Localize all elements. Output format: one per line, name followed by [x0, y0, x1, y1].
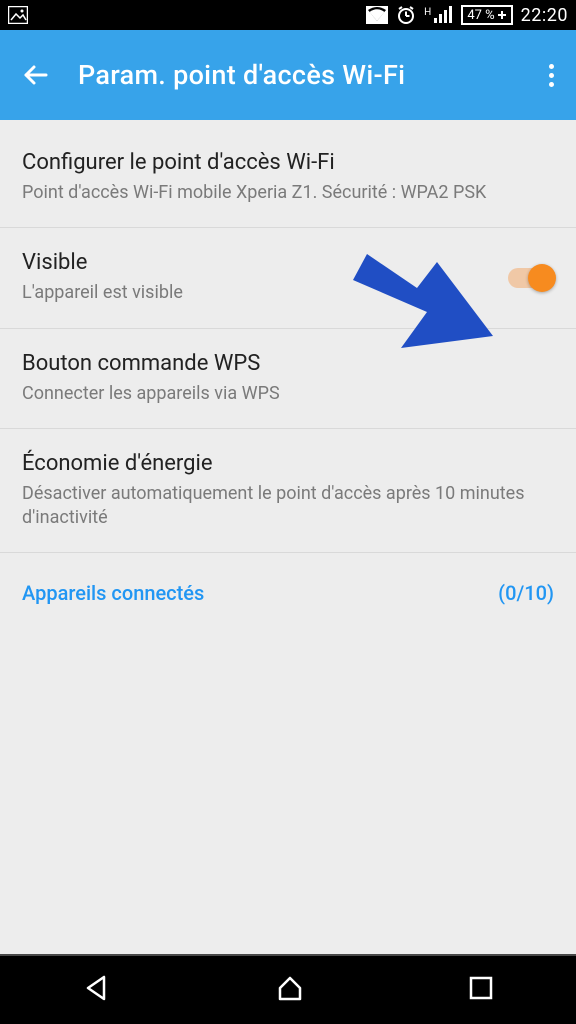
- nav-back-button[interactable]: [82, 973, 112, 1007]
- item-title: Bouton commande WPS: [22, 351, 554, 376]
- wifi-icon: [366, 6, 388, 24]
- battery-indicator: 47 %: [461, 5, 512, 25]
- nav-home-button[interactable]: [275, 973, 305, 1007]
- network-type: H: [424, 7, 431, 18]
- app-bar: Param. point d'accès Wi-Fi: [0, 30, 576, 120]
- nav-recent-button[interactable]: [468, 975, 494, 1005]
- item-subtitle: L'appareil est visible: [22, 281, 486, 305]
- plus-icon: [497, 10, 507, 20]
- clock: 22:20: [521, 5, 568, 26]
- navigation-bar: [0, 954, 576, 1024]
- item-title: Économie d'énergie: [22, 451, 554, 476]
- item-subtitle: Désactiver automatiquement le point d'ac…: [22, 482, 554, 531]
- item-title: Visible: [22, 250, 486, 275]
- alarm-icon: [396, 5, 416, 25]
- square-recent-icon: [468, 975, 494, 1001]
- item-subtitle: Connecter les appareils via WPS: [22, 382, 554, 406]
- visible-item[interactable]: Visible L'appareil est visible: [0, 228, 576, 328]
- arrow-left-icon: [22, 61, 50, 89]
- item-subtitle: Point d'accès Wi-Fi mobile Xperia Z1. Sé…: [22, 181, 554, 205]
- visible-toggle[interactable]: [508, 268, 554, 288]
- power-save-item[interactable]: Économie d'énergie Désactiver automatiqu…: [0, 429, 576, 554]
- wps-button-item[interactable]: Bouton commande WPS Connecter les appare…: [0, 329, 576, 429]
- connected-count: (0/10): [498, 581, 554, 605]
- picture-icon: [8, 6, 28, 24]
- triangle-back-icon: [82, 973, 112, 1003]
- cell-signal-icon: [433, 6, 453, 24]
- settings-list: Configurer le point d'accès Wi-Fi Point …: [0, 128, 576, 633]
- dots-icon: [549, 64, 554, 69]
- home-icon: [275, 973, 305, 1003]
- toggle-knob-icon: [528, 264, 556, 292]
- connected-devices-item[interactable]: Appareils connectés (0/10): [0, 553, 576, 633]
- overflow-menu-button[interactable]: [543, 58, 560, 93]
- status-bar: H 47 % 22:20: [0, 0, 576, 30]
- connected-label: Appareils connectés: [22, 581, 204, 605]
- battery-level: 47 %: [467, 8, 494, 23]
- back-button[interactable]: [16, 55, 56, 95]
- item-title: Configurer le point d'accès Wi-Fi: [22, 150, 554, 175]
- configure-hotspot-item[interactable]: Configurer le point d'accès Wi-Fi Point …: [0, 128, 576, 228]
- page-title: Param. point d'accès Wi-Fi: [78, 59, 405, 91]
